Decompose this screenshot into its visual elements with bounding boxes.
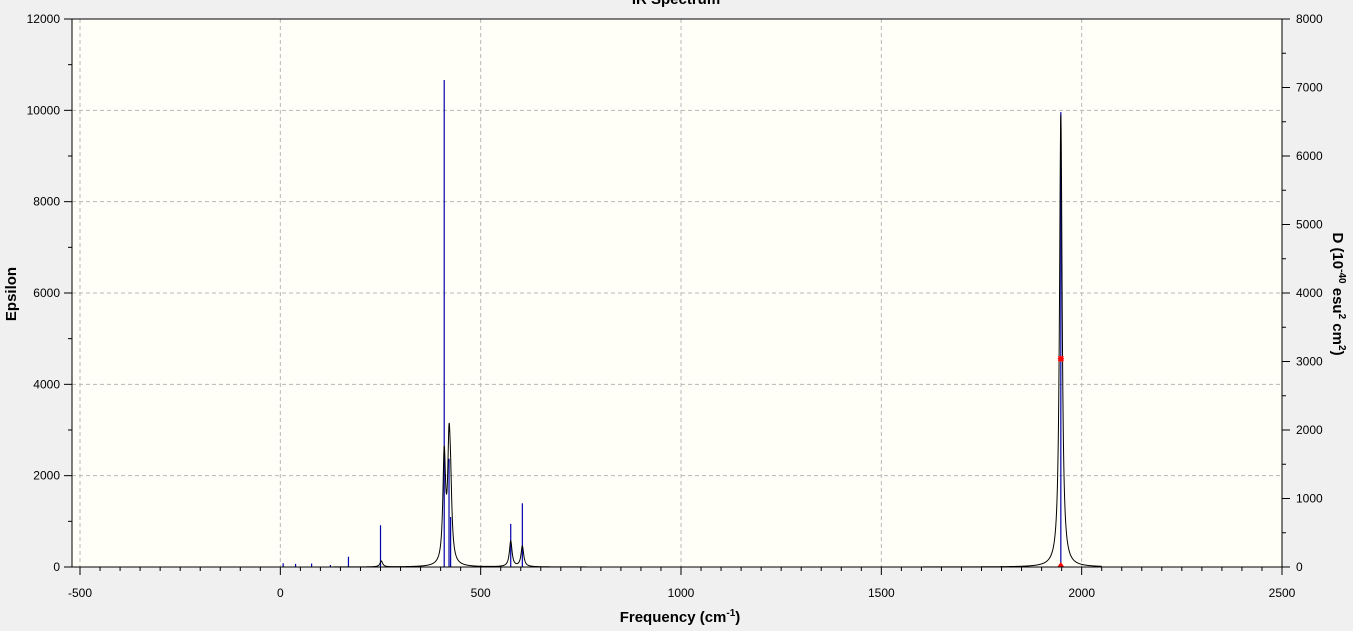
x-tick-label: 1000: [668, 586, 695, 600]
y-left-tick-label: 0: [53, 560, 60, 574]
chart-title: IR Spectrum: [632, 0, 720, 8]
y-left-tick-label: 12000: [27, 12, 61, 26]
y-right-tick-label: 0: [1296, 560, 1303, 574]
y-right-tick-label: 7000: [1296, 81, 1323, 95]
x-tick-label: 2500: [1269, 586, 1296, 600]
y-axis-right-title: D (10-40 esu2 cm2): [1329, 232, 1347, 355]
y-right-tick-label: 4000: [1296, 286, 1323, 300]
x-tick-label: 1500: [868, 586, 895, 600]
y-right-tick-label: 1000: [1296, 492, 1323, 506]
x-tick-label: -500: [68, 586, 92, 600]
ir-spectrum-chart: -500 0 500 1000 1500 2000 25000200040006000800…: [0, 0, 1353, 631]
y-left-tick-label: 2000: [33, 469, 60, 483]
y-left-tick-label: 8000: [33, 195, 60, 209]
x-tick-label: 2000: [1068, 586, 1095, 600]
x-axis-title: Frequency (cm-1): [620, 608, 741, 626]
y-left-tick-label: 6000: [33, 286, 60, 300]
y-right-tick-label: 2000: [1296, 423, 1323, 437]
x-tick-label: 500: [471, 586, 491, 600]
y-right-tick-label: 6000: [1296, 149, 1323, 163]
x-tick-label: 0: [277, 586, 284, 600]
y-right-tick-label: 3000: [1296, 355, 1323, 369]
y-right-tick-label: 5000: [1296, 218, 1323, 232]
peak-marker-star: [1057, 355, 1064, 362]
y-left-tick-label: 4000: [33, 377, 60, 391]
y-axis-left-title: Epsilon: [3, 267, 20, 321]
y-left-tick-label: 10000: [27, 103, 61, 117]
y-right-tick-label: 8000: [1296, 12, 1323, 26]
